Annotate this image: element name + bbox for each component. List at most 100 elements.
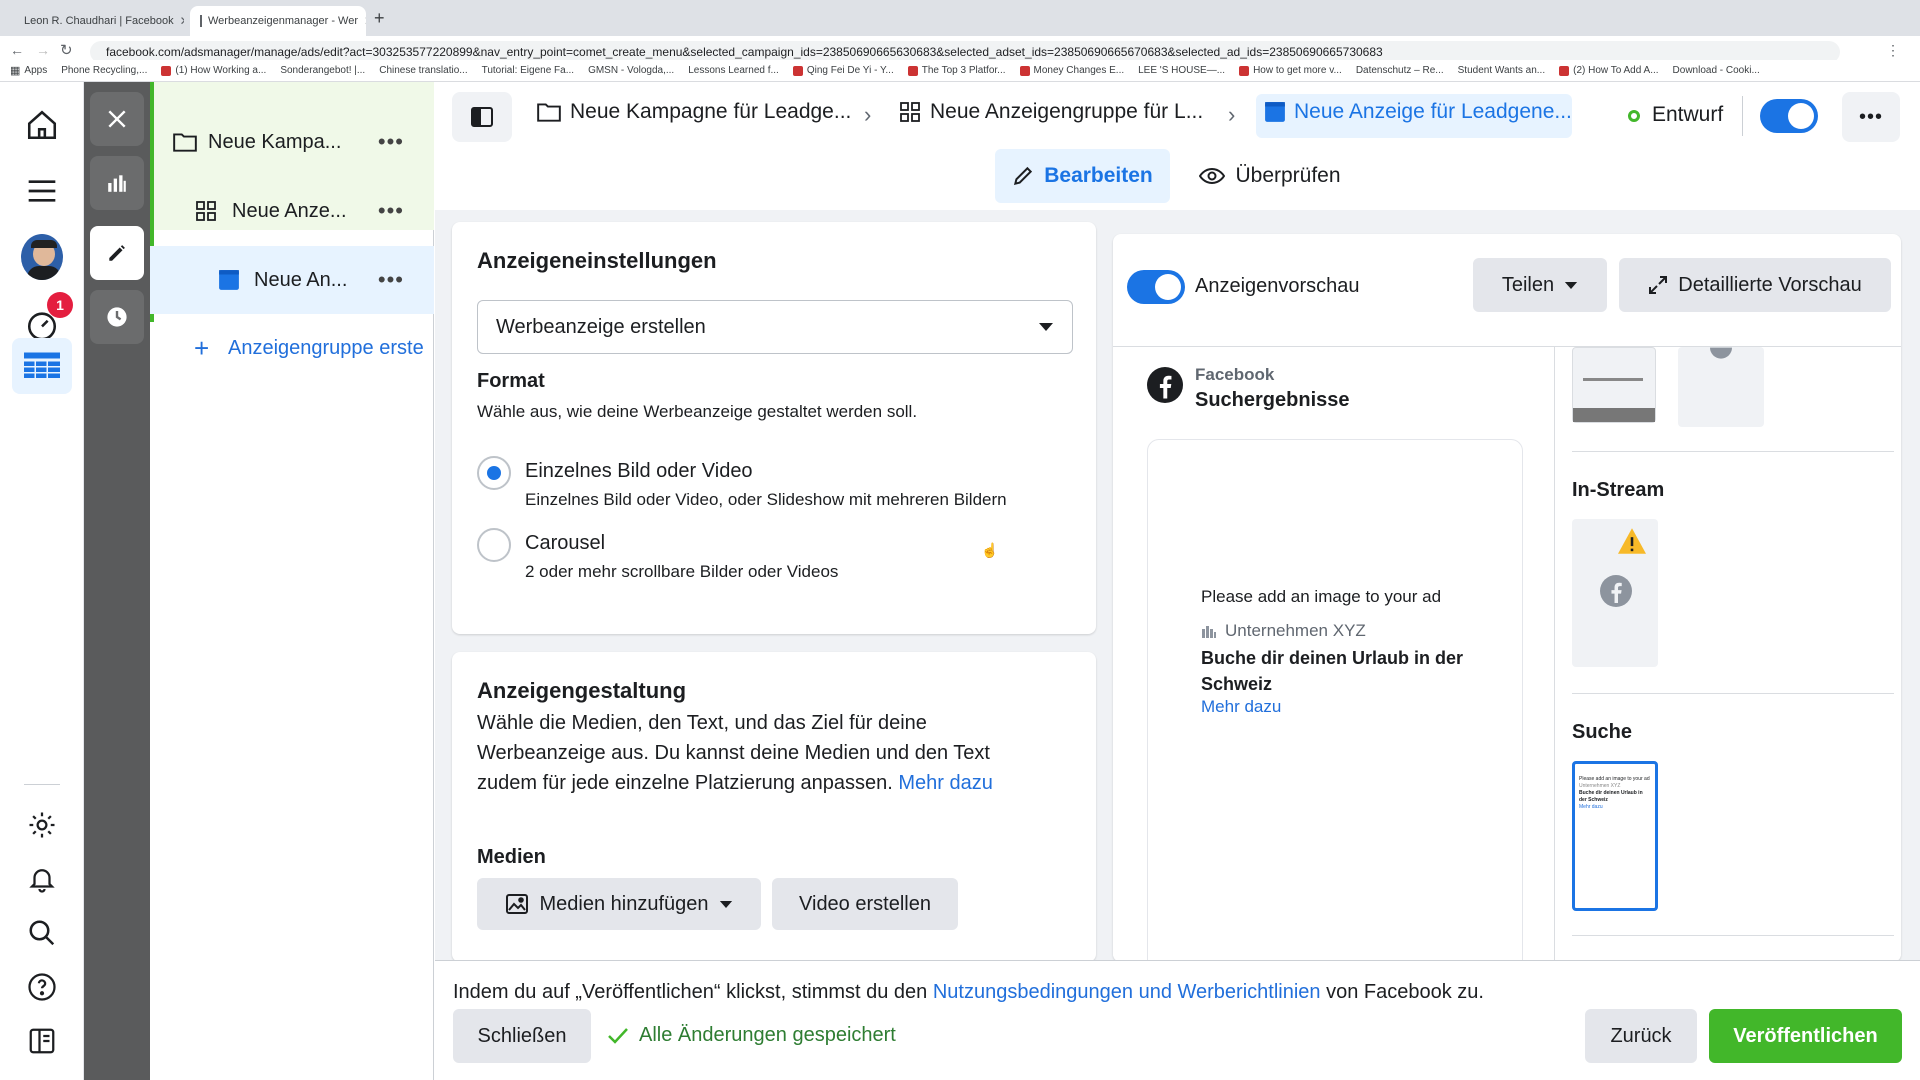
tree-item-adset[interactable]: Neue Anze... •••: [150, 177, 434, 245]
expand-icon: [1649, 276, 1668, 294]
help-icon[interactable]: [21, 966, 63, 1008]
add-media-button[interactable]: Medien hinzufügen: [477, 878, 761, 930]
terms-link[interactable]: Nutzungsbedingungen und Werberichtlinien: [933, 981, 1321, 1003]
format-option-single-title[interactable]: Einzelnes Bild oder Video: [525, 460, 753, 483]
bookmark-item[interactable]: Qing Fei De Yi - Y...: [792, 65, 894, 76]
format-option-carousel-title[interactable]: Carousel: [525, 532, 605, 555]
close-button[interactable]: Schließen: [453, 1009, 591, 1063]
back-arrow-icon[interactable]: ←: [10, 42, 24, 58]
close-tab-icon[interactable]: ✕: [364, 14, 366, 28]
save-status-label: Alle Änderungen gespeichert: [639, 1024, 896, 1046]
learn-more-link[interactable]: Mehr dazu: [898, 772, 993, 794]
placement-thumbnail-instream[interactable]: [1572, 519, 1658, 667]
breadcrumb-campaign[interactable]: Neue Kampagne für Leadge...: [536, 100, 851, 124]
preview-ad: Please add an image to your ad Unternehm…: [1201, 587, 1469, 717]
menu-icon[interactable]: [21, 170, 63, 212]
edit-pencil-icon[interactable]: [90, 226, 144, 280]
search-icon[interactable]: [21, 912, 63, 954]
bookmark-item[interactable]: Tutorial: Eigene Fa...: [482, 65, 574, 76]
breadcrumb-ad[interactable]: Neue Anzeige für Leadgene...: [1264, 100, 1572, 124]
preview-no-image-text: Please add an image to your ad: [1201, 587, 1442, 606]
history-clock-icon[interactable]: [90, 290, 144, 344]
bookmark-item[interactable]: Student Wants an...: [1458, 65, 1545, 76]
format-desc: Wähle aus, wie deine Werbeanzeige gestal…: [477, 402, 918, 421]
ad-active-toggle[interactable]: [1760, 99, 1818, 133]
back-button[interactable]: Zurück: [1585, 1009, 1697, 1063]
bookmark-item[interactable]: Datenschutz – Re...: [1356, 65, 1444, 76]
browser-menu-icon[interactable]: ⋮: [1886, 42, 1900, 59]
preview-platform: Facebook: [1195, 365, 1275, 384]
detailed-preview-button[interactable]: Detaillierte Vorschau: [1619, 258, 1891, 312]
publish-button[interactable]: Veröffentlichen: [1709, 1009, 1902, 1063]
tree-item-label: Neue Anze...: [232, 199, 347, 222]
ad-settings-title: Anzeigeneinstellungen: [477, 248, 717, 273]
gear-icon[interactable]: [21, 804, 63, 846]
bookmark-item[interactable]: Phone Recycling,...: [61, 65, 147, 76]
preview-cta-link[interactable]: Mehr dazu: [1201, 697, 1469, 717]
bookmark-item[interactable]: (2) How To Add A...: [1559, 65, 1659, 76]
reload-icon[interactable]: ↻: [60, 41, 73, 59]
browser-tab-facebook[interactable]: Leon R. Chaudhari | Facebook ✕: [8, 6, 184, 36]
bookmark-item[interactable]: Money Changes E...: [1019, 65, 1124, 76]
tab-review[interactable]: Überprüfen: [1190, 149, 1350, 203]
tree-item-ad[interactable]: Neue An... •••: [150, 246, 434, 314]
tree-item-label: Neue Kampa...: [208, 130, 342, 153]
share-label: Teilen: [1501, 273, 1555, 296]
placement-section-search: Suche: [1572, 721, 1633, 743]
left-navigation: 1: [0, 82, 84, 1080]
bookmark-item[interactable]: The Top 3 Platfor...: [907, 65, 1006, 76]
close-tab-icon[interactable]: ✕: [180, 14, 184, 28]
building-icon: [1202, 626, 1216, 638]
bell-icon[interactable]: [21, 858, 63, 900]
format-radio-carousel[interactable]: [477, 528, 511, 562]
tab-edit[interactable]: Bearbeiten: [995, 149, 1170, 203]
bookmark-item[interactable]: Lessons Learned f...: [688, 65, 779, 76]
toggle-panel-button[interactable]: [452, 92, 512, 142]
terms-text: von Facebook zu.: [1320, 981, 1484, 1003]
more-options-button[interactable]: •••: [1842, 92, 1900, 142]
tree-item-campaign[interactable]: Neue Kampa... •••: [150, 108, 434, 176]
report-panel-icon[interactable]: [21, 1020, 63, 1062]
nav-divider: [24, 784, 60, 785]
placement-thumbnail[interactable]: [1572, 347, 1656, 423]
chevron-right-icon: ›: [864, 102, 872, 127]
more-options-icon[interactable]: •••: [378, 267, 404, 293]
close-editor-button[interactable]: [90, 92, 144, 146]
bookmark-item[interactable]: LEE 'S HOUSE—...: [1138, 65, 1225, 76]
format-option-carousel-desc: 2 oder mehr scrollbare Bilder oder Video…: [525, 562, 839, 581]
home-icon[interactable]: [21, 104, 63, 146]
bookmark-item[interactable]: How to get more v...: [1239, 65, 1342, 76]
mini-preview-text: Please add an image to your ad: [1579, 776, 1650, 782]
preview-toggle[interactable]: [1127, 270, 1185, 304]
facebook-logo-icon: [1147, 367, 1183, 403]
bookmark-item[interactable]: GMSN - Vologda,...: [588, 65, 674, 76]
placement-thumbnail[interactable]: [1678, 347, 1764, 427]
add-media-label: Medien hinzufügen: [539, 892, 709, 915]
forward-arrow-icon[interactable]: →: [36, 42, 50, 58]
more-options-icon[interactable]: •••: [378, 129, 404, 155]
breadcrumb-adset[interactable]: Neue Anzeigengruppe für L...: [898, 100, 1203, 124]
chart-icon[interactable]: [90, 156, 144, 210]
bookmark-item[interactable]: Sonderangebot! |...: [280, 65, 365, 76]
format-radio-single[interactable]: [477, 456, 511, 490]
ads-manager-table-icon[interactable]: [12, 338, 72, 394]
new-tab-icon[interactable]: +: [374, 8, 385, 29]
detailed-preview-label: Detaillierte Vorschau: [1678, 273, 1862, 296]
placement-thumbnail-search-selected[interactable]: Please add an image to your ad Unternehm…: [1572, 761, 1658, 911]
ad-preview-card: Anzeigenvorschau Teilen Detaillierte Vor…: [1113, 234, 1901, 962]
bookmark-item[interactable]: ▦ Apps: [10, 64, 47, 77]
browser-tab-adsmanager[interactable]: Werbeanzeigenmanager - Wer ✕: [190, 6, 366, 36]
avatar[interactable]: [21, 234, 63, 280]
divider: [1572, 693, 1894, 694]
more-options-icon[interactable]: •••: [378, 198, 404, 224]
add-adset-link[interactable]: + Anzeigengruppe erste: [150, 314, 434, 382]
create-video-button[interactable]: Video erstellen: [772, 878, 958, 930]
bookmark-item[interactable]: Chinese translatio...: [379, 65, 467, 76]
bookmark-item[interactable]: Download - Cooki...: [1673, 65, 1760, 76]
eye-icon: [1199, 167, 1226, 185]
ad-type-dropdown[interactable]: Werbeanzeige erstellen: [477, 300, 1073, 354]
share-button[interactable]: Teilen: [1473, 258, 1607, 312]
bookmark-item[interactable]: (1) How Working a...: [161, 65, 266, 76]
page-favicon-icon: [200, 15, 202, 27]
checkmark-icon: [608, 1027, 628, 1044]
